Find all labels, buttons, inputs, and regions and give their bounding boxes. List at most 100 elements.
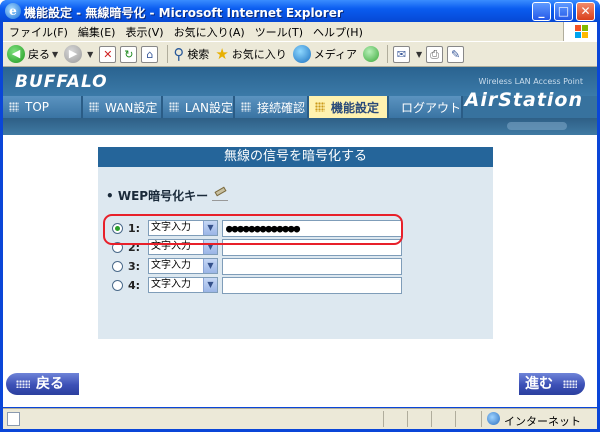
back-arrow-icon: ◀ [7,45,25,63]
favorites-toolbar-label: お気に入り [231,48,287,61]
security-zone-label: インターネット [504,415,581,428]
key-3-radio[interactable] [112,260,123,272]
forward-toolbar-button[interactable]: ▶ ▼ [64,45,93,63]
key-4-number: 4: [128,278,141,292]
home-icon[interactable]: ⌂ [141,45,159,63]
router-header: BUFFALO Wireless LAN Access Point AirSta… [3,67,597,135]
status-divider [383,411,384,427]
search-icon: ⚲ [173,45,185,63]
chevron-down-icon: ▼ [203,278,217,292]
toolbar-separator [167,45,169,63]
tab-connection-check[interactable]: 接続確認 [235,96,309,118]
next-page-button[interactable]: 進む [519,373,585,395]
back-toolbar-label: 戻る [28,48,50,61]
tab-label: WAN設定 [105,100,158,115]
media-toolbar-button[interactable]: メディア [292,45,357,63]
next-page-label: 進む [525,376,553,392]
status-divider [455,411,456,427]
mail-dropdown-icon[interactable]: ▼ [416,50,422,59]
stop-icon[interactable]: ✕ [99,45,117,63]
key-3-input[interactable] [222,257,402,275]
wep-key-row-4: 4: 文字入力 ▼ [112,276,402,294]
tab-lan-settings[interactable]: LAN設定 [163,96,235,118]
menu-edit[interactable]: 編集(E) [78,24,116,40]
tab-function-settings[interactable]: 機能設定 [309,96,389,118]
forward-arrow-icon: ▶ [64,45,83,63]
browser-toolbar: ◀ 戻る ▼ ▶ ▼ ✕ ↻ ⌂ ⚲ 検索 ★ お気に入り メディア ✉ ▼ ⎙… [3,41,597,67]
refresh-icon[interactable]: ↻ [120,45,138,63]
chevron-down-icon: ▼ [203,259,217,273]
brand-logo: BUFFALO [15,72,108,92]
toolbar-separator [387,45,388,63]
tab-wan-settings[interactable]: WAN設定 [83,96,163,118]
search-toolbar-label: 検索 [187,48,210,61]
back-page-label: 戻る [36,376,64,392]
page-status-icon [7,412,20,426]
media-toolbar-label: メディア [313,48,357,61]
pen-icon [212,191,229,201]
back-dropdown-icon[interactable]: ▼ [52,50,58,59]
tab-label: ログアウト [401,100,462,115]
dots-icon [16,380,30,388]
windows-logo-icon [563,22,597,41]
favorites-toolbar-button[interactable]: ★ お気に入り [215,45,286,63]
key-4-mode-value: 文字入力 [151,279,191,290]
dots-icon [89,102,99,112]
history-icon[interactable] [363,46,379,62]
tab-label: TOP [25,100,50,114]
search-toolbar-button[interactable]: ⚲ 検索 [173,45,209,63]
mail-icon[interactable]: ✉ [393,45,410,63]
window-title: 機能設定 - 無線暗号化 - Microsoft Internet Explor… [24,6,343,20]
key-3-number: 3: [128,259,141,273]
internet-explorer-icon: e [5,3,21,19]
tab-top[interactable]: TOP [3,96,83,118]
key-4-input[interactable] [222,276,402,294]
key-4-radio[interactable] [112,279,123,291]
key-4-mode-select[interactable]: 文字入力 ▼ [148,277,218,293]
star-icon: ★ [215,45,229,63]
header-subbar [3,118,597,135]
wep-key-label: • WEP暗号化キー [106,187,229,204]
menu-help[interactable]: ヘルプ(H) [313,24,363,40]
close-button[interactable]: ✕ [576,2,595,21]
key-3-mode-select[interactable]: 文字入力 ▼ [148,258,218,274]
key-3-mode-value: 文字入力 [151,260,191,271]
status-bar: インターネット [3,408,597,429]
wep-key-label-text: WEP暗号化キー [117,189,209,203]
main-nav: TOP WAN設定 LAN設定 接続確認 機能設定 ログアウト [3,96,463,118]
status-divider [481,411,482,427]
blurred-text [507,122,567,130]
dots-icon [169,102,179,112]
menu-tools[interactable]: ツール(T) [255,24,303,40]
highlight-annotation [103,214,403,245]
print-icon[interactable]: ⎙ [426,45,444,63]
minimize-button[interactable]: _ [532,2,551,21]
media-globe-icon [292,45,311,63]
dots-icon [241,102,251,112]
wep-key-row-3: 3: 文字入力 ▼ [112,257,402,275]
product-line-label: Wireless LAN Access Point [478,77,583,86]
dots-icon [315,102,325,112]
panel-title: 無線の信号を暗号化する [98,147,493,167]
status-divider [407,411,408,427]
dots-icon [9,102,19,112]
product-logo: AirStation [464,89,583,111]
internet-zone-icon [487,412,500,425]
menu-bar: ファイル(F) 編集(E) 表示(V) お気に入り(A) ツール(T) ヘルプ(… [3,22,597,41]
title-bar: e 機能設定 - 無線暗号化 - Microsoft Internet Expl… [0,0,600,22]
forward-dropdown-icon[interactable]: ▼ [87,50,93,59]
dots-icon [563,380,577,388]
status-divider [431,411,432,427]
page-content: BUFFALO Wireless LAN Access Point AirSta… [3,67,597,407]
menu-view[interactable]: 表示(V) [125,24,163,40]
tab-label: 機能設定 [331,100,380,115]
tab-label: 接続確認 [257,100,306,115]
back-page-button[interactable]: 戻る [6,373,79,395]
tab-logout[interactable]: ログアウト [389,96,463,118]
maximize-button[interactable]: □ [554,2,573,21]
menu-file[interactable]: ファイル(F) [9,24,68,40]
tab-label: LAN設定 [184,100,233,115]
menu-favorites[interactable]: お気に入り(A) [174,24,245,40]
back-toolbar-button[interactable]: ◀ 戻る ▼ [7,45,58,63]
edit-page-icon[interactable]: ✎ [447,45,465,63]
